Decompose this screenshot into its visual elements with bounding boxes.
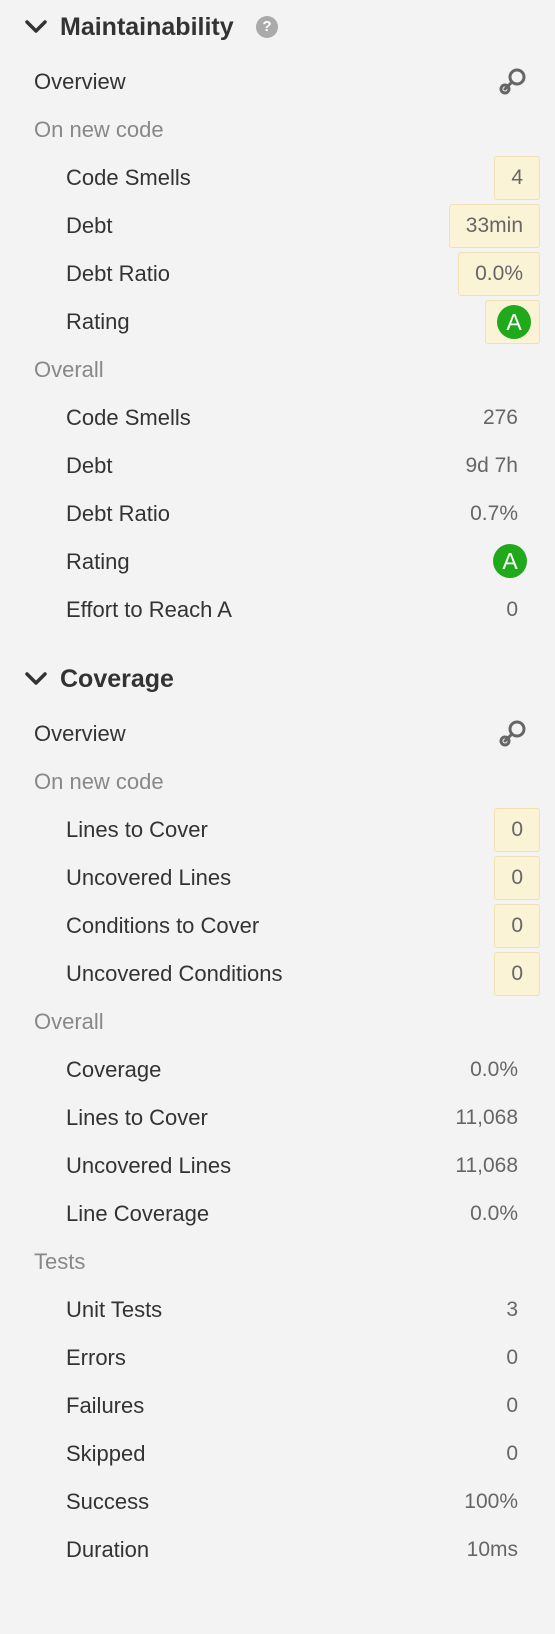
subheading-label: Overall — [34, 1009, 104, 1034]
metric-value-highlight[interactable]: 0 — [494, 952, 540, 996]
metric-row-conditions-to-cover-new[interactable]: Conditions to Cover 0 — [0, 900, 555, 950]
subheading-label: On new code — [34, 769, 164, 794]
metric-value-highlight[interactable]: 0 — [494, 856, 540, 900]
metric-row-coverage[interactable]: Coverage 0.0% — [0, 1044, 555, 1094]
metric-row-rating[interactable]: Rating A — [0, 536, 555, 586]
metric-value-highlight[interactable]: 33min — [448, 204, 540, 248]
metric-value[interactable]: 0.0% — [470, 1202, 518, 1226]
overview-row[interactable]: Overview — [0, 708, 555, 758]
metric-value[interactable]: 0.0% — [470, 1058, 518, 1082]
metric-row-uncovered-lines[interactable]: Uncovered Lines 11,068 — [0, 1140, 555, 1190]
metric-row-failures[interactable]: Failures 0 — [0, 1380, 555, 1430]
metric-value-highlight[interactable]: 4 — [494, 156, 540, 200]
section-title: Coverage — [60, 664, 174, 693]
metric-value[interactable]: 3 — [506, 1298, 518, 1322]
metric-row-errors[interactable]: Errors 0 — [0, 1332, 555, 1382]
metric-value-highlight[interactable]: 0.0% — [458, 252, 540, 296]
overview-label: Overview — [34, 721, 126, 746]
help-icon[interactable]: ? — [256, 16, 278, 38]
metric-label: Coverage — [66, 1057, 162, 1082]
metric-value[interactable]: 11,068 — [455, 1154, 518, 1178]
metric-value[interactable]: 0.7% — [470, 502, 518, 526]
metric-value[interactable]: 0 — [506, 1346, 518, 1370]
metric-label: Duration — [66, 1537, 150, 1562]
metric-row-success[interactable]: Success 100% — [0, 1476, 555, 1526]
metric-row-unit-tests[interactable]: Unit Tests 3 — [0, 1284, 555, 1334]
overview-row[interactable]: Overview — [0, 56, 555, 106]
metric-row-code-smells-new[interactable]: Code Smells 4 — [0, 152, 555, 202]
metric-row-code-smells[interactable]: Code Smells 276 — [0, 392, 555, 442]
metric-row-debt-ratio[interactable]: Debt Ratio 0.7% — [0, 488, 555, 538]
section-title: Maintainability — [60, 12, 234, 41]
metric-label: Code Smells — [66, 405, 191, 430]
metric-row-uncovered-lines-new[interactable]: Uncovered Lines 0 — [0, 852, 555, 902]
overall-subheading: Overall — [0, 344, 555, 394]
metric-label: Success — [66, 1489, 150, 1514]
metric-value[interactable]: 10ms — [467, 1538, 518, 1562]
metric-label: Code Smells — [66, 165, 191, 190]
metric-label: Line Coverage — [66, 1201, 210, 1226]
metric-row-uncovered-conditions-new[interactable]: Uncovered Conditions 0 — [0, 948, 555, 998]
metric-label: Rating — [66, 549, 130, 574]
tests-subheading: Tests — [0, 1236, 555, 1286]
new-code-subheading: On new code — [0, 104, 555, 154]
metric-label: Conditions to Cover — [66, 913, 260, 938]
metric-value[interactable]: 0 — [506, 598, 518, 622]
rating-highlight[interactable]: A — [485, 300, 540, 344]
metric-value[interactable]: 0 — [506, 1442, 518, 1466]
search-icon[interactable] — [498, 66, 528, 96]
metric-value[interactable]: 276 — [483, 406, 518, 430]
rating-badge[interactable]: A — [493, 544, 527, 578]
metric-value-highlight[interactable]: 0 — [494, 808, 540, 852]
metric-label: Effort to Reach A — [66, 597, 232, 622]
metric-value[interactable]: 9d 7h — [465, 454, 518, 478]
chevron-down-icon[interactable] — [24, 670, 48, 688]
metric-row-lines-to-cover[interactable]: Lines to Cover 11,068 — [0, 1092, 555, 1142]
metric-label: Lines to Cover — [66, 817, 208, 842]
metric-label: Uncovered Lines — [66, 1153, 232, 1178]
metric-label: Unit Tests — [66, 1297, 163, 1322]
metric-label: Rating — [66, 309, 130, 334]
chevron-down-icon[interactable] — [24, 18, 48, 36]
metric-row-lines-to-cover-new[interactable]: Lines to Cover 0 — [0, 804, 555, 854]
metric-label: Lines to Cover — [66, 1105, 208, 1130]
metric-row-debt-ratio-new[interactable]: Debt Ratio 0.0% — [0, 248, 555, 298]
metric-row-line-coverage[interactable]: Line Coverage 0.0% — [0, 1188, 555, 1238]
subheading-label: On new code — [34, 117, 164, 142]
metric-label: Errors — [66, 1345, 126, 1370]
search-icon[interactable] — [498, 718, 528, 748]
metric-value[interactable]: 100% — [464, 1490, 518, 1514]
metric-label: Failures — [66, 1393, 145, 1418]
metric-label: Debt Ratio — [66, 501, 170, 526]
metric-row-duration[interactable]: Duration 10ms — [0, 1524, 555, 1574]
maintainability-section-header[interactable]: Maintainability ? — [0, 2, 555, 52]
overall-subheading: Overall — [0, 996, 555, 1046]
subheading-label: Tests — [34, 1249, 86, 1274]
coverage-section-header[interactable]: Coverage — [0, 654, 555, 704]
subheading-label: Overall — [34, 357, 104, 382]
metric-label: Debt — [66, 453, 113, 478]
new-code-subheading: On new code — [0, 756, 555, 806]
metric-label: Skipped — [66, 1441, 146, 1466]
metric-row-rating-new[interactable]: Rating A — [0, 296, 555, 346]
rating-badge: A — [497, 305, 531, 339]
overview-label: Overview — [34, 69, 126, 94]
metric-row-debt-new[interactable]: Debt 33min — [0, 200, 555, 250]
metric-label: Debt Ratio — [66, 261, 170, 286]
metric-label: Uncovered Conditions — [66, 961, 283, 986]
metric-row-effort[interactable]: Effort to Reach A 0 — [0, 584, 555, 634]
metric-label: Uncovered Lines — [66, 865, 232, 890]
metric-value[interactable]: 11,068 — [455, 1106, 518, 1130]
metric-value-highlight[interactable]: 0 — [494, 904, 540, 948]
metric-row-skipped[interactable]: Skipped 0 — [0, 1428, 555, 1478]
metric-label: Debt — [66, 213, 113, 238]
metric-value[interactable]: 0 — [506, 1394, 518, 1418]
metric-row-debt[interactable]: Debt 9d 7h — [0, 440, 555, 490]
